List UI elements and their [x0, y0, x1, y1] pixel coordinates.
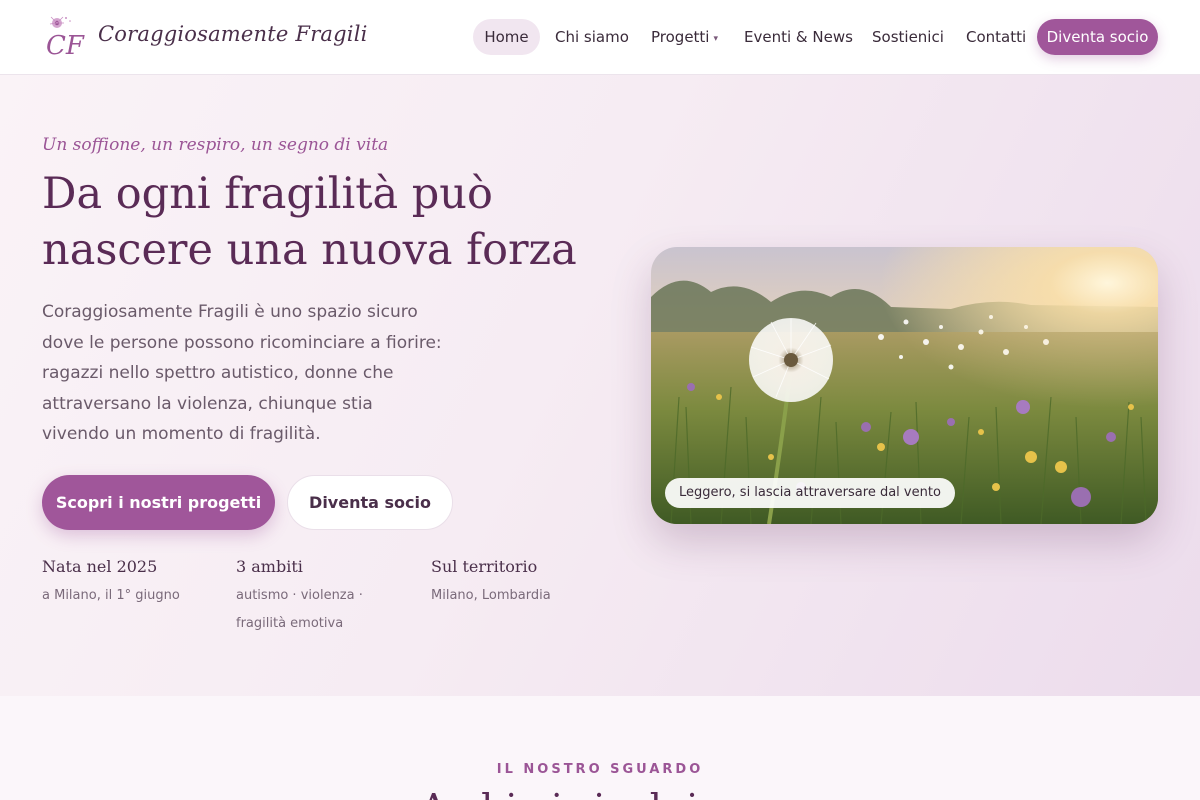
section-title: A chi ci rivolgiamo	[0, 786, 1200, 800]
diventa-socio-button[interactable]: Diventa socio	[287, 475, 453, 530]
stat-territory: Sul territorio Milano, Lombardia	[431, 557, 611, 610]
logo-icon[interactable]: CF	[42, 14, 86, 61]
nav-chi-siamo[interactable]: Chi siamo	[555, 19, 629, 55]
image-caption: Leggero, si lascia attraversare dal vent…	[665, 478, 955, 508]
hero-section: Un soffione, un respiro, un segno di vit…	[0, 75, 1200, 696]
stat-title: Nata nel 2025	[42, 557, 158, 576]
chevron-down-icon: ▾	[713, 34, 719, 44]
section-kicker: IL NOSTRO SGUARDO	[496, 762, 704, 777]
stat-founded: Nata nel 2025 a Milano, il 1° giugno	[42, 557, 222, 610]
nav-eventi-news[interactable]: Eventi & News	[744, 19, 853, 55]
scopri-progetti-button[interactable]: Scopri i nostri progetti	[42, 475, 275, 530]
nav-progetti[interactable]: Progetti ▾	[651, 19, 718, 55]
nav-sostienici[interactable]: Sostienici	[872, 19, 944, 55]
site-header: CF Coraggiosamente Fragili Home Chi siam…	[0, 0, 1200, 75]
nav-progetti-label: Progetti	[651, 28, 710, 46]
hero-title: Da ogni fragilità può nascere una nuova …	[42, 169, 577, 275]
stat-areas: 3 ambiti autismo · violenza · fragilità …	[236, 557, 416, 638]
nav-home[interactable]: Home	[473, 19, 540, 55]
stat-subtitle: Milano, Lombardia	[431, 588, 551, 603]
hero-eyebrow: Un soffione, un respiro, un segno di vit…	[42, 135, 389, 155]
brand-name[interactable]: Coraggiosamente Fragili	[98, 22, 368, 46]
svg-text:CF: CF	[46, 31, 85, 60]
our-view-section: IL NOSTRO SGUARDO A chi ci rivolgiamo	[0, 696, 1200, 800]
nav-diventa-socio-button[interactable]: Diventa socio	[1037, 19, 1158, 55]
stat-subtitle: autismo · violenza · fragilità emotiva	[236, 588, 363, 631]
stat-subtitle: a Milano, il 1° giugno	[42, 588, 180, 603]
nav-contatti[interactable]: Contatti	[966, 19, 1026, 55]
stat-title: Sul territorio	[431, 557, 538, 576]
stat-title: 3 ambiti	[236, 557, 303, 576]
hero-image-dandelion: Leggero, si lascia attraversare dal vent…	[651, 247, 1158, 524]
hero-lead: Coraggiosamente Fragili è uno spazio sic…	[42, 302, 442, 444]
